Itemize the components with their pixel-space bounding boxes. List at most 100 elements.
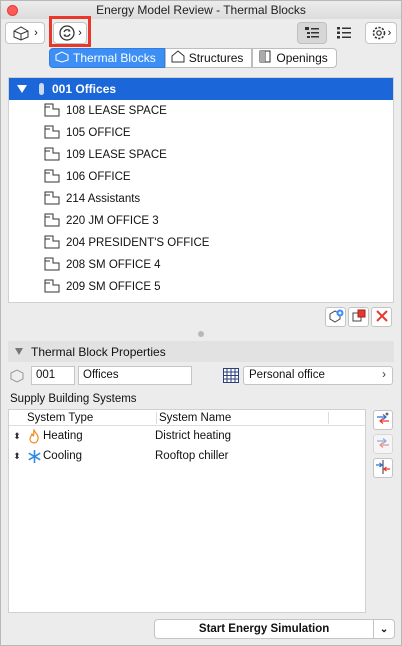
tree-item-label: 106 OFFICE (66, 171, 131, 183)
detail-list-button[interactable] (329, 22, 359, 44)
block-id-field[interactable]: 001 (31, 366, 75, 385)
start-simulation-button[interactable]: Start Energy Simulation ⌄ (154, 619, 395, 639)
room-icon (44, 125, 66, 142)
grid-icon[interactable] (223, 368, 239, 386)
tree-item[interactable]: 208 SM OFFICE 4 (9, 254, 393, 276)
flame-icon (25, 428, 43, 444)
model-view-button[interactable]: › (5, 22, 45, 44)
merge-block-button[interactable] (348, 307, 369, 327)
settings-icon (371, 25, 387, 41)
start-simulation-label: Start Energy Simulation (198, 623, 330, 635)
system-name: District heating (155, 430, 232, 442)
tab-openings[interactable]: Openings (252, 48, 337, 68)
close-icon (375, 309, 389, 326)
system-type: Cooling (43, 450, 82, 462)
tree-item-label: 209 SM OFFICE 5 (66, 281, 161, 293)
table-row[interactable]: ⬍ Heating District heating (9, 426, 365, 446)
split-arrows-icon (375, 459, 391, 478)
close-window-button[interactable] (7, 5, 18, 16)
tree-item-label: 204 PRESIDENT'S OFFICE (66, 237, 210, 249)
panel-splitter[interactable] (198, 331, 204, 337)
tree-item[interactable]: 214 Assistants (9, 188, 393, 210)
tree-item-label: 220 JM OFFICE 3 (66, 215, 159, 227)
tree-item[interactable]: 109 LEASE SPACE (9, 144, 393, 166)
model-icon (12, 25, 30, 41)
tree-item[interactable]: 106 OFFICE (9, 166, 393, 188)
chevron-right-icon: › (34, 27, 38, 39)
collapse-triangle-icon[interactable] (15, 348, 23, 355)
chevron-down-icon[interactable]: ⌄ (374, 624, 394, 635)
room-icon (44, 279, 66, 296)
room-icon (44, 147, 66, 164)
tree-item[interactable]: 108 LEASE SPACE (9, 100, 393, 122)
tree-item-label: 109 LEASE SPACE (66, 149, 167, 161)
properties-title: Thermal Block Properties (31, 344, 166, 359)
room-icon (44, 257, 66, 274)
supply-systems-label: Supply Building Systems (10, 393, 137, 405)
disclosure-triangle-icon[interactable] (17, 85, 27, 93)
tree-item[interactable]: 105 OFFICE (9, 122, 393, 144)
tree-root-label: 001 Offices (52, 82, 117, 96)
room-icon (44, 169, 66, 186)
table-row[interactable]: ⬍ Cooling Rooftop chiller (9, 446, 365, 466)
add-system-button[interactable] (373, 410, 393, 430)
snowflake-icon (25, 449, 43, 464)
app-window: Energy Model Review - Thermal Blocks › › (0, 0, 402, 646)
system-actions (373, 410, 393, 478)
house-icon (171, 50, 185, 66)
properties-panel-header[interactable]: Thermal Block Properties (8, 341, 394, 362)
system-settings-button[interactable] (373, 458, 393, 478)
chevron-right-icon: › (382, 369, 386, 381)
room-icon (44, 191, 66, 208)
add-system-icon (375, 412, 391, 429)
tree-actions (325, 307, 392, 327)
window-title: Energy Model Review - Thermal Blocks (96, 3, 306, 17)
tree-item[interactable]: 220 JM OFFICE 3 (9, 210, 393, 232)
add-block-button[interactable] (325, 307, 346, 327)
tree-item[interactable]: 209 SM OFFICE 5 (9, 276, 393, 298)
block-id-icon (9, 368, 25, 386)
tab-label: Thermal Blocks (73, 51, 156, 65)
block-name-field[interactable]: Offices (78, 366, 192, 385)
tree-item-label: 105 OFFICE (66, 127, 131, 139)
highlight-box (49, 16, 91, 47)
system-type: Heating (43, 430, 83, 442)
room-icon (44, 213, 66, 230)
properties-row: 001 Offices Personal office › (8, 366, 394, 386)
tree-item-label: 214 Assistants (66, 193, 141, 205)
remove-system-button[interactable] (373, 434, 393, 454)
window-icon (258, 50, 272, 66)
chevron-right-icon: › (387, 27, 392, 39)
thermal-block-tree[interactable]: 001 Offices 108 LEASE SPACE 105 OFFICE 109… (8, 77, 394, 303)
settings-button[interactable]: › (365, 22, 397, 44)
tree-item-label: 208 SM OFFICE 4 (66, 259, 161, 271)
list-view-button[interactable] (297, 22, 327, 44)
tree-item-label: 108 LEASE SPACE (66, 105, 167, 117)
supply-systems-table: System Type System Name ⬍ Heating Distri… (8, 409, 366, 613)
column-header-type[interactable]: System Type (27, 411, 157, 424)
tree-item[interactable]: 204 PRESIDENT'S OFFICE (9, 232, 393, 254)
delete-block-button[interactable] (371, 307, 392, 327)
add-block-icon (328, 308, 344, 327)
table-header: System Type System Name (9, 410, 365, 426)
block-marker-icon (39, 83, 44, 95)
remove-system-icon (375, 436, 391, 453)
tab-bar: Thermal Blocks Structures Openings (49, 48, 337, 68)
tab-label: Openings (276, 51, 328, 65)
sort-arrows-icon[interactable]: ⬍ (9, 431, 25, 442)
sort-arrows-icon[interactable]: ⬍ (9, 451, 25, 462)
tree-root-item[interactable]: 001 Offices (9, 78, 393, 100)
list-view-icon (304, 26, 320, 40)
room-icon (44, 103, 66, 120)
profile-value: Personal office (249, 369, 325, 381)
detail-list-icon (336, 26, 352, 40)
room-icon (44, 235, 66, 252)
system-name: Rooftop chiller (155, 450, 229, 462)
tab-structures[interactable]: Structures (164, 48, 253, 68)
column-header-name[interactable]: System Name (159, 411, 329, 424)
thermal-block-icon (55, 50, 69, 66)
profile-dropdown[interactable]: Personal office › (243, 366, 393, 385)
tab-label: Structures (188, 51, 244, 65)
merge-block-icon (351, 308, 367, 327)
tab-thermal-blocks[interactable]: Thermal Blocks (49, 48, 165, 68)
